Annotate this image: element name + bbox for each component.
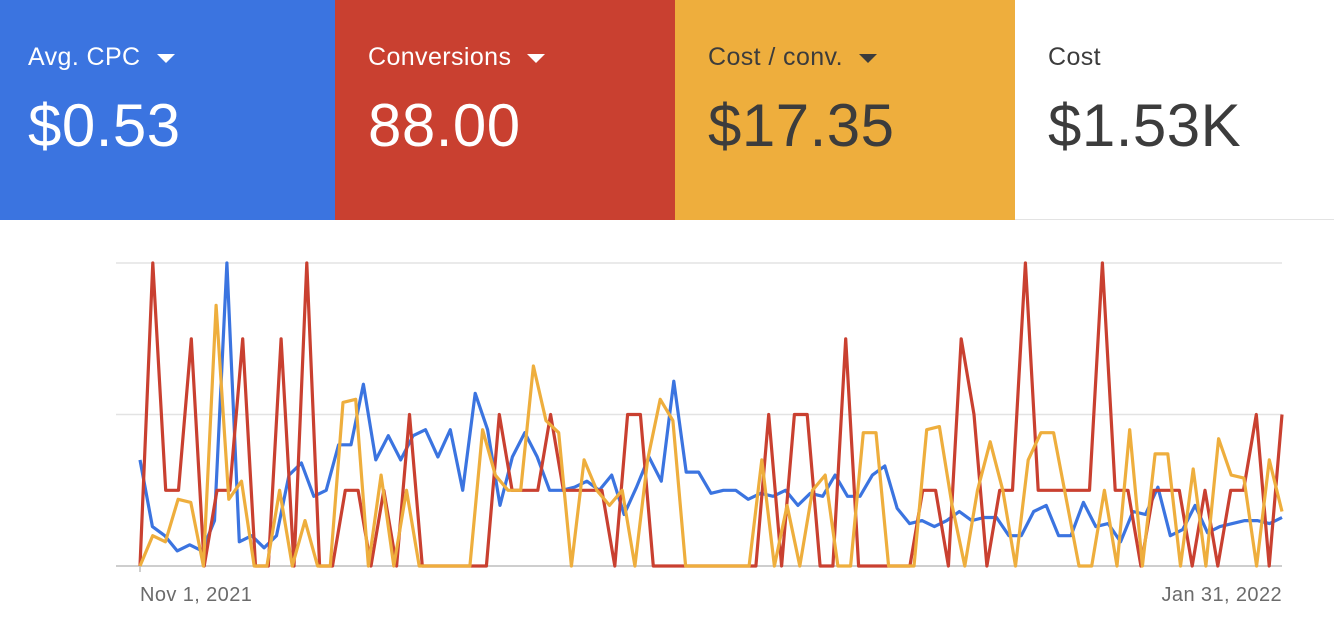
x-axis-start-label: Nov 1, 2021 [140,584,252,606]
x-axis-end-label: Jan 31, 2022 [1162,584,1282,606]
metric-selector-conversions[interactable]: Conversions [368,40,675,74]
scorecard-value: $1.53K [1048,92,1242,159]
scorecard-cost-per-conv[interactable]: Cost / conv. $17.35 [675,0,1015,220]
dropdown-caret-icon[interactable] [527,53,546,63]
dropdown-caret-icon[interactable] [156,53,175,63]
dropdown-caret-icon[interactable] [858,53,877,63]
scorecard-value: $0.53 [28,92,181,159]
scorecard-row: Avg. CPC $0.53 Conversions 88.00 Cost / … [0,0,1334,220]
performance-chart: Nov 1, 2021 Jan 31, 2022 [0,221,1334,624]
metric-selector-cost-per-conv[interactable]: Cost / conv. [708,40,1015,74]
scorecard-value: $17.35 [708,92,895,159]
metric-selector-avg-cpc[interactable]: Avg. CPC [28,40,335,74]
scorecard-avg-cpc[interactable]: Avg. CPC $0.53 [0,0,335,220]
scorecard-cost[interactable]: Cost $1.53K [1015,0,1334,220]
scorecard-conversions[interactable]: Conversions 88.00 [335,0,675,220]
metric-selector-cost[interactable]: Cost [1048,40,1334,74]
scorecard-label: Conversions [368,42,512,71]
scorecard-value: 88.00 [368,92,521,159]
scorecard-label: Cost / conv. [708,42,843,71]
scorecard-label: Avg. CPC [28,42,141,71]
line-chart: Nov 1, 2021 Jan 31, 2022 [116,261,1284,606]
scorecard-label: Cost [1048,42,1102,71]
